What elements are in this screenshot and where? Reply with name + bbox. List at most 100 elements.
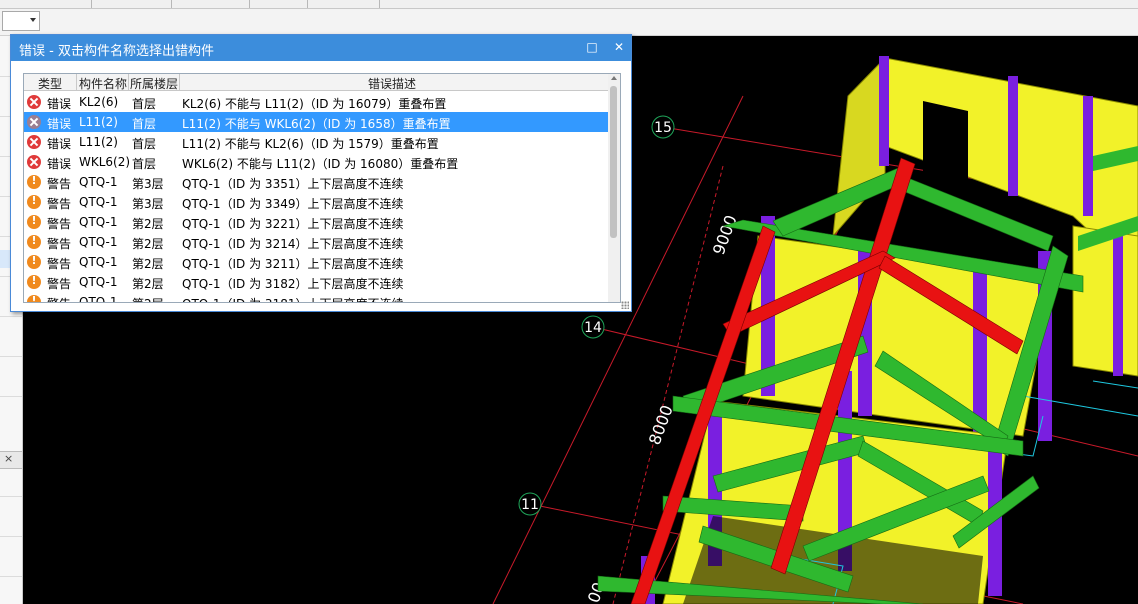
row-name: QTQ-1	[79, 235, 118, 249]
row-type: 错误	[47, 137, 72, 151]
scroll-up-icon[interactable]	[611, 76, 617, 80]
panel-row[interactable]	[0, 396, 22, 397]
panel-header: ×	[0, 451, 22, 469]
row-name: QTQ-1	[79, 275, 118, 289]
column-header-floor[interactable]: 所属楼层	[130, 75, 178, 92]
error-dialog: 错误 - 双击构件名称选择出错构件 □ ✕ 类型 构件名称 所属楼层 错误描述 …	[10, 34, 632, 312]
error-icon	[27, 155, 41, 169]
maximize-icon[interactable]: □	[581, 37, 603, 57]
column-header-type[interactable]: 类型	[38, 75, 62, 92]
resize-grip-icon[interactable]	[621, 301, 629, 309]
row-desc: QTQ-1（ID 为 3214）上下层高度不连续	[182, 237, 404, 251]
warning-icon	[27, 294, 41, 302]
row-name: KL2(6)	[79, 95, 119, 109]
row-floor: 首层	[132, 137, 157, 151]
row-desc: QTQ-1（ID 为 3351）上下层高度不连续	[182, 177, 404, 191]
row-type: 错误	[47, 157, 72, 171]
row-type: 错误	[47, 117, 72, 131]
warning-icon	[27, 254, 41, 269]
close-icon[interactable]: ✕	[608, 37, 630, 57]
row-floor: 第2层	[132, 257, 164, 271]
column-divider[interactable]	[76, 74, 77, 90]
error-icon	[27, 95, 41, 109]
row-type: 警告	[47, 257, 72, 271]
close-icon[interactable]: ×	[4, 452, 13, 465]
column-divider[interactable]	[128, 74, 129, 90]
toolbar-dropdown[interactable]	[2, 11, 40, 31]
row-floor: 第3层	[132, 177, 164, 191]
list-item[interactable]: 警告 QTQ-1 第2层 QTQ-1（ID 为 3221）上下层高度不连续	[24, 212, 608, 232]
row-floor: 第2层	[132, 295, 164, 302]
error-icon	[27, 135, 41, 149]
list-item[interactable]: 错误 KL2(6) 首层 KL2(6) 不能与 L11(2)（ID 为 16079）重…	[24, 92, 608, 112]
row-desc: L11(2) 不能与 WKL6(2)（ID 为 1658）重叠布置	[182, 117, 451, 131]
axis-label: 11	[521, 497, 539, 513]
row-name: L11(2)	[79, 115, 118, 129]
row-floor: 首层	[132, 117, 157, 131]
scrollbar-thumb[interactable]	[610, 86, 617, 238]
row-desc: QTQ-1（ID 为 3211）上下层高度不连续	[182, 257, 404, 271]
menu-divider	[378, 0, 380, 8]
row-desc: QTQ-1（ID 为 3182）上下层高度不连续	[182, 277, 404, 291]
panel-row[interactable]	[0, 356, 22, 357]
axis-bubble-14[interactable]: 14	[581, 315, 605, 339]
panel-row[interactable]	[0, 576, 22, 577]
row-floor: 第3层	[132, 197, 164, 211]
row-name: QTQ-1	[79, 175, 118, 189]
list-item[interactable]: 警告 QTQ-1 第2层 QTQ-1（ID 为 3214）上下层高度不连续	[24, 232, 608, 252]
column-divider[interactable]	[179, 74, 180, 90]
row-floor: 首层	[132, 97, 157, 111]
row-desc: QTQ-1（ID 为 3349）上下层高度不连续	[182, 197, 404, 211]
dialog-title: 错误 - 双击构件名称选择出错构件	[19, 44, 214, 59]
column	[879, 56, 889, 166]
panel-row[interactable]	[0, 536, 22, 537]
dialog-titlebar[interactable]: 错误 - 双击构件名称选择出错构件 □ ✕	[11, 35, 631, 61]
row-type: 警告	[47, 277, 72, 291]
list-item[interactable]: 错误 WKL6(2) 首层 WKL6(2) 不能与 L11(2)（ID 为 16080…	[24, 152, 608, 172]
chevron-down-icon	[30, 18, 36, 22]
row-floor: 第2层	[132, 237, 164, 251]
warning-icon	[27, 194, 41, 209]
row-type: 警告	[47, 217, 72, 231]
list-header: 类型 构件名称 所属楼层 错误描述	[24, 74, 608, 91]
column-header-name[interactable]: 构件名称	[79, 75, 127, 92]
row-name: QTQ-1	[79, 215, 118, 229]
list-item[interactable]: 警告 QTQ-1 第2层 QTQ-1（ID 为 3211）上下层高度不连续	[24, 252, 608, 272]
axis-bubble-15[interactable]: 15	[651, 115, 675, 139]
column	[973, 261, 987, 436]
warning-icon	[27, 214, 41, 229]
column-header-desc[interactable]: 错误描述	[368, 75, 416, 92]
row-name: WKL6(2)	[79, 155, 131, 169]
list-item[interactable]: 警告 QTQ-1 第2层 QTQ-1（ID 为 3182）上下层高度不连续	[24, 272, 608, 292]
row-desc: KL2(6) 不能与 L11(2)（ID 为 16079）重叠布置	[182, 97, 447, 111]
list-item[interactable]: 错误 L11(2) 首层 L11(2) 不能与 WKL6(2)（ID 为 1658）重…	[24, 112, 608, 132]
row-desc: QTQ-1（ID 为 3181）上下层高度不连续	[182, 295, 403, 302]
menu-strip	[0, 0, 1138, 9]
row-type: 警告	[47, 197, 72, 211]
panel-row[interactable]	[0, 316, 22, 317]
row-name: L11(2)	[79, 135, 118, 149]
vertical-scrollbar[interactable]	[608, 74, 620, 302]
menu-divider	[248, 0, 250, 8]
axis-bubble-11[interactable]: 11	[518, 492, 542, 516]
list-item[interactable]: 警告 QTQ-1 第3层 QTQ-1（ID 为 3349）上下层高度不连续	[24, 192, 608, 212]
row-name: QTQ-1	[79, 255, 118, 269]
warning-icon	[27, 234, 41, 249]
window-opening	[923, 101, 968, 186]
list-item[interactable]: 警告 QTQ-1 第2层 QTQ-1（ID 为 3181）上下层高度不连续	[24, 292, 608, 303]
column	[1083, 96, 1093, 216]
column	[1008, 76, 1018, 196]
row-name: QTQ-1	[79, 295, 118, 303]
list-item[interactable]: 错误 L11(2) 首层 L11(2) 不能与 KL2(6)（ID 为 1579）重叠…	[24, 132, 608, 152]
row-type: 警告	[47, 177, 72, 191]
error-icon	[27, 115, 41, 129]
warning-icon	[27, 174, 41, 189]
row-type: 警告	[47, 295, 71, 302]
list-item[interactable]: 警告 QTQ-1 第3层 QTQ-1（ID 为 3351）上下层高度不连续	[24, 172, 608, 192]
column	[1113, 226, 1123, 376]
row-desc: L11(2) 不能与 KL2(6)（ID 为 1579）重叠布置	[182, 137, 439, 151]
error-list[interactable]: 类型 构件名称 所属楼层 错误描述 错误 KL2(6) 首层 KL2(6) 不能与 L…	[23, 73, 621, 303]
panel-row[interactable]	[0, 496, 22, 497]
toolbar	[0, 9, 1138, 36]
row-floor: 第2层	[132, 277, 164, 291]
